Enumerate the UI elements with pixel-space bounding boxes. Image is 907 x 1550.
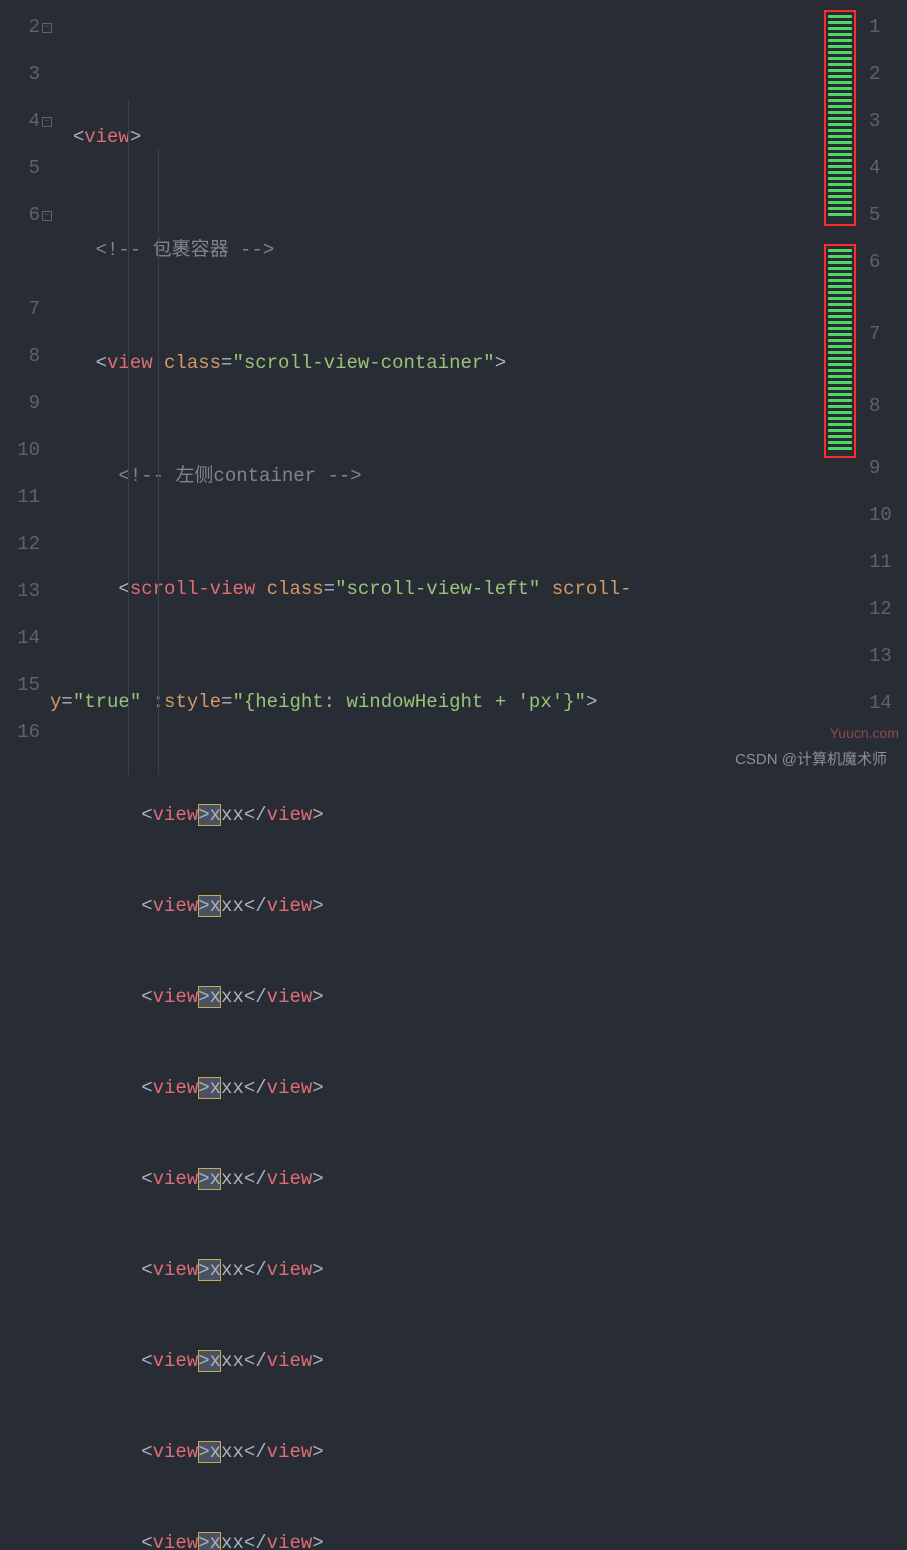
diff-add-marker: [828, 153, 852, 156]
diff-marker-box: [824, 244, 856, 458]
diff-add-marker: [828, 381, 852, 384]
diff-add-marker: [828, 441, 852, 444]
diff-add-marker: [828, 27, 852, 30]
diff-add-marker: [828, 333, 852, 336]
diff-add-marker: [828, 309, 852, 312]
diff-add-marker: [828, 387, 852, 390]
code-editor[interactable]: 2−34−56−78910111213141516 <view> <!-- 包裹…: [0, 0, 907, 775]
code-line: <view class="scroll-view-container">: [50, 340, 863, 387]
diff-add-marker: [828, 63, 852, 66]
diff-add-marker: [828, 171, 852, 174]
diff-add-marker: [828, 33, 852, 36]
diff-add-marker: [828, 255, 852, 258]
diff-add-marker: [828, 183, 852, 186]
code-line: <view>xxx</view>: [50, 1429, 863, 1476]
diff-add-marker: [828, 141, 852, 144]
line-number-gutter-right: 1234567891011121314: [863, 0, 907, 775]
code-line: <view>xxx</view>: [50, 1338, 863, 1385]
code-line: <!-- 左侧container -->: [50, 453, 863, 500]
diff-add-marker: [828, 315, 852, 318]
diff-add-marker: [828, 159, 852, 162]
code-area[interactable]: <view> <!-- 包裹容器 --> <view class="scroll…: [50, 0, 863, 775]
diff-add-marker: [828, 327, 852, 330]
diff-add-marker: [828, 195, 852, 198]
diff-add-marker: [828, 105, 852, 108]
diff-add-marker: [828, 177, 852, 180]
diff-add-marker: [828, 435, 852, 438]
code-line: <view>: [50, 114, 863, 161]
diff-add-marker: [828, 291, 852, 294]
diff-add-marker: [828, 147, 852, 150]
diff-add-marker: [828, 21, 852, 24]
diff-add-marker: [828, 111, 852, 114]
diff-add-marker: [828, 345, 852, 348]
diff-add-marker: [828, 303, 852, 306]
diff-add-marker: [828, 375, 852, 378]
diff-add-marker: [828, 273, 852, 276]
indent-guide: [158, 148, 159, 775]
diff-add-marker: [828, 447, 852, 450]
diff-add-marker: [828, 87, 852, 90]
diff-add-marker: [828, 267, 852, 270]
code-line: <view>xxx</view>: [50, 883, 863, 930]
diff-add-marker: [828, 135, 852, 138]
diff-add-marker: [828, 399, 852, 402]
diff-add-marker: [828, 249, 852, 252]
indent-guide: [128, 100, 129, 775]
diff-add-marker: [828, 429, 852, 432]
diff-add-marker: [828, 51, 852, 54]
diff-add-marker: [828, 423, 852, 426]
diff-add-marker: [828, 417, 852, 420]
diff-add-marker: [828, 285, 852, 288]
diff-add-marker: [828, 15, 852, 18]
diff-add-marker: [828, 201, 852, 204]
diff-add-marker: [828, 261, 852, 264]
watermark: CSDN @计算机魔术师: [735, 748, 887, 769]
diff-add-marker: [828, 297, 852, 300]
code-line: <view>xxx</view>: [50, 1247, 863, 1294]
diff-marker-box: [824, 10, 856, 226]
diff-add-marker: [828, 123, 852, 126]
diff-add-marker: [828, 339, 852, 342]
diff-add-marker: [828, 93, 852, 96]
code-line: <view>xxx</view>: [50, 1520, 863, 1550]
line-number-gutter-left: 2−34−56−78910111213141516: [0, 0, 50, 775]
diff-add-marker: [828, 363, 852, 366]
diff-add-marker: [828, 411, 852, 414]
diff-add-marker: [828, 75, 852, 78]
diff-add-marker: [828, 69, 852, 72]
code-line: <view>xxx</view>: [50, 1156, 863, 1203]
diff-add-marker: [828, 393, 852, 396]
code-line: <!-- 包裹容器 -->: [50, 227, 863, 274]
diff-add-marker: [828, 213, 852, 216]
code-line: <view>xxx</view>: [50, 1065, 863, 1112]
code-line: <scroll-view class="scroll-view-left" sc…: [50, 566, 863, 613]
diff-add-marker: [828, 81, 852, 84]
diff-add-marker: [828, 369, 852, 372]
diff-add-marker: [828, 279, 852, 282]
diff-add-marker: [828, 39, 852, 42]
diff-add-marker: [828, 129, 852, 132]
diff-add-marker: [828, 207, 852, 210]
diff-add-marker: [828, 57, 852, 60]
diff-add-marker: [828, 405, 852, 408]
diff-add-marker: [828, 45, 852, 48]
diff-add-marker: [828, 357, 852, 360]
code-line: <view>xxx</view>: [50, 974, 863, 1021]
diff-add-marker: [828, 189, 852, 192]
diff-add-marker: [828, 165, 852, 168]
diff-add-marker: [828, 321, 852, 324]
diff-add-marker: [828, 117, 852, 120]
code-line: y="true" :style="{height: windowHeight +…: [50, 679, 863, 726]
diff-add-marker: [828, 99, 852, 102]
watermark: Yuucn.com: [830, 725, 899, 741]
code-line: <view>xxx</view>: [50, 792, 863, 839]
diff-add-marker: [828, 351, 852, 354]
